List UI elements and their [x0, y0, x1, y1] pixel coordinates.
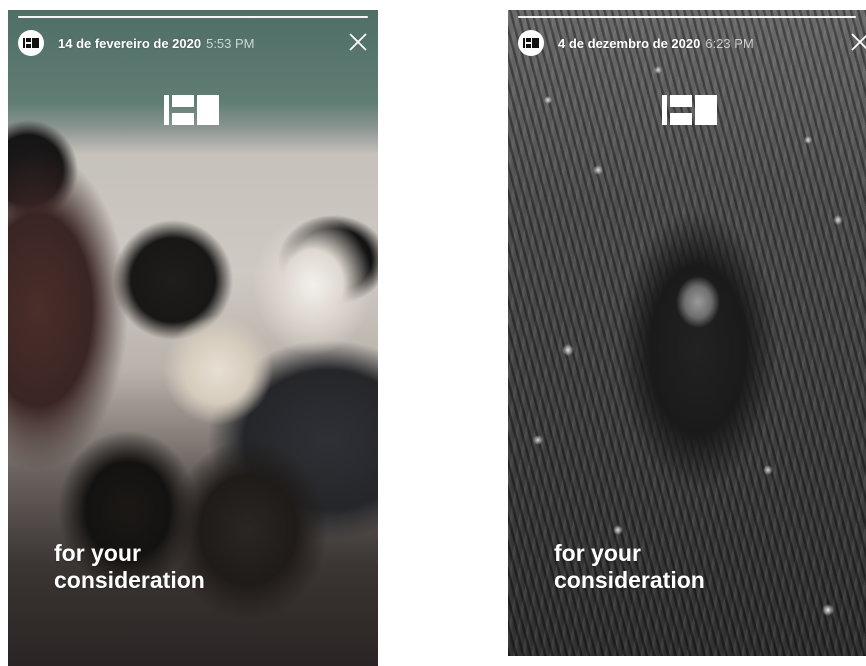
- brand-logo-icon: [523, 38, 539, 48]
- story-1-progress-bar: [18, 16, 368, 18]
- brand-logo-icon: [23, 38, 39, 48]
- story-2-avatar[interactable]: [518, 30, 544, 56]
- close-icon: [349, 33, 367, 51]
- story-1-progress-fill: [18, 16, 368, 18]
- story-2-time: 6:23 PM: [705, 35, 754, 51]
- story-2-caption: for your consideration: [554, 540, 705, 594]
- story-2-header: 4 de dezembro de 2020 6:23 PM: [518, 30, 856, 56]
- story-card-1[interactable]: 14 de fevereiro de 2020 5:53 PM for your…: [8, 10, 378, 666]
- story-1-caption-line-1: for your: [54, 540, 141, 566]
- story-1-header: 14 de fevereiro de 2020 5:53 PM: [18, 30, 368, 56]
- story-card-2[interactable]: 4 de dezembro de 2020 6:23 PM for your c…: [508, 10, 866, 656]
- story-1-close-button[interactable]: [346, 30, 370, 54]
- story-viewer-page: 14 de fevereiro de 2020 5:53 PM for your…: [0, 0, 866, 666]
- story-2-close-button[interactable]: [848, 30, 866, 54]
- brand-logo-icon: [662, 95, 717, 125]
- story-2-caption-line-2: consideration: [554, 567, 705, 593]
- story-2-date: 4 de dezembro de 2020: [558, 35, 701, 51]
- story-1-date: 14 de fevereiro de 2020: [58, 35, 202, 51]
- story-2-progress-fill: [518, 16, 856, 18]
- story-1-caption-line-2: consideration: [54, 567, 205, 593]
- brand-logo-icon: [164, 95, 219, 125]
- story-2-progress-bar: [518, 16, 856, 18]
- story-2-caption-line-1: for your: [554, 540, 641, 566]
- story-1-time: 5:53 PM: [206, 35, 255, 51]
- story-1-caption: for your consideration: [54, 540, 205, 594]
- close-icon: [851, 33, 866, 51]
- story-1-avatar[interactable]: [18, 30, 44, 56]
